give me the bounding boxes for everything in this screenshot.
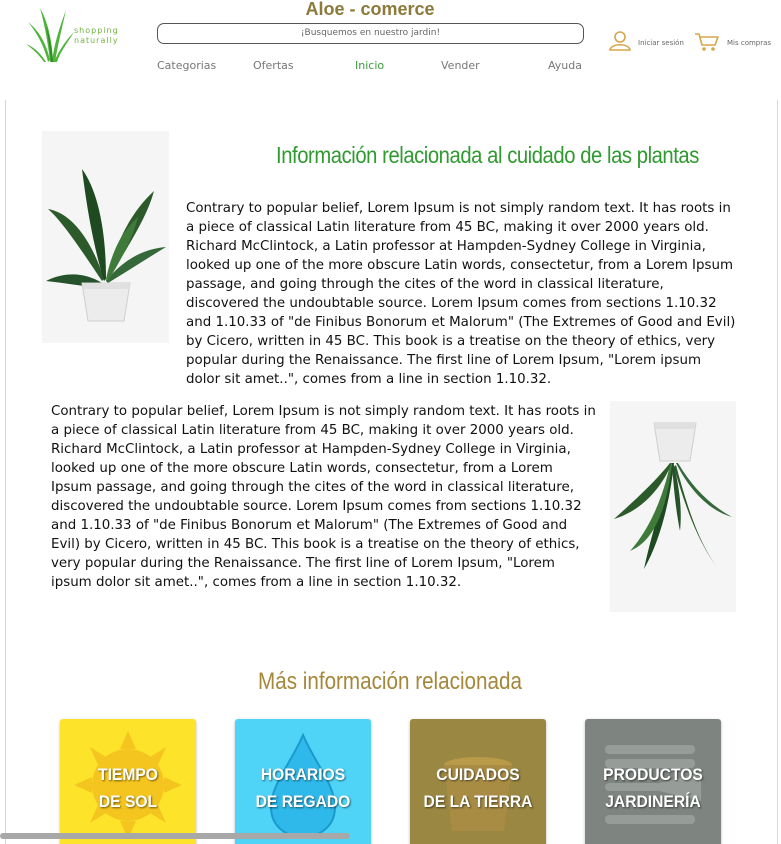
hanging-plant-image — [610, 401, 736, 612]
card-title-line: DE SOL — [98, 792, 158, 811]
user-icon[interactable] — [609, 31, 631, 55]
card-title-line: JARDINERÍA — [605, 792, 701, 811]
cart-link[interactable]: Mis compras — [727, 39, 771, 47]
article-paragraph: Contrary to popular belief, Lorem Ipsum … — [51, 404, 596, 590]
card-title-line: DE LA TIERRA — [423, 792, 533, 811]
related-section-title: Más información relacionada — [258, 668, 522, 695]
site-header: shopping naturally Aloe - comerce ¡Busqu… — [0, 0, 781, 104]
card-title-line: HORARIOS — [260, 765, 346, 784]
card-cuidados-de-la-tierra[interactable]: CUIDADOS DE LA TIERRA — [410, 719, 546, 844]
card-productos-jardineria[interactable]: PRODUCTOS JARDINERÍA — [585, 719, 721, 844]
card-title-line: PRODUCTOS — [603, 765, 703, 784]
nav-ayuda[interactable]: Ayuda — [548, 59, 582, 72]
article-paragraph: Contrary to popular belief, Lorem Ipsum … — [186, 201, 736, 387]
site-logo[interactable]: shopping naturally — [26, 4, 136, 64]
card-title-line: TIEMPO — [98, 765, 158, 784]
logo-tagline: shopping — [74, 26, 119, 35]
aloe-plant-logo — [26, 8, 74, 62]
nav-inicio[interactable]: Inicio — [355, 59, 384, 72]
article-title: Información relacionada al cuidado de la… — [276, 142, 699, 168]
search-input[interactable]: ¡Busquemos en nuestro jardin! — [157, 23, 584, 44]
content-border — [5, 100, 6, 844]
login-link[interactable]: Iniciar sesión — [638, 39, 684, 47]
card-title-line: DE REGADO — [255, 792, 351, 811]
brand-title: Aloe - comerce — [305, 0, 435, 19]
content-border — [777, 100, 778, 844]
logo-tagline: naturally — [74, 36, 119, 45]
card-horarios-de-regado[interactable]: HORARIOS DE REGADO — [235, 719, 371, 844]
nav-categorias[interactable]: Categorias — [157, 59, 216, 72]
nav-ofertas[interactable]: Ofertas — [253, 59, 294, 72]
horizontal-scrollbar[interactable] — [0, 833, 350, 839]
card-title-line: CUIDADOS — [436, 765, 520, 784]
plant-image — [42, 131, 169, 343]
card-tiempo-de-sol[interactable]: TIEMPO DE SOL — [60, 719, 196, 844]
cart-icon[interactable] — [694, 32, 720, 56]
nav-vender[interactable]: Vender — [441, 59, 480, 72]
